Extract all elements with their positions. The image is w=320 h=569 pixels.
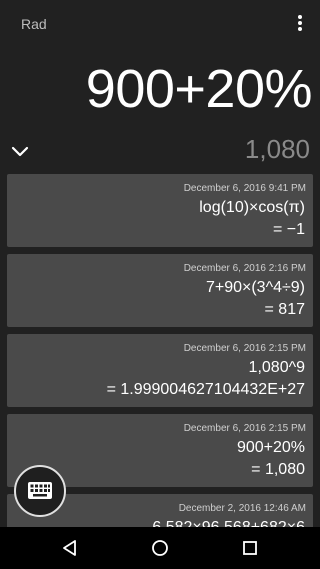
history-result: = −1 — [272, 221, 305, 238]
formula-display[interactable]: 900+20% — [86, 58, 313, 120]
home-icon[interactable] — [150, 538, 170, 558]
history-date: December 6, 2016 9:41 PM — [183, 183, 306, 194]
history-expression: 900+20% — [236, 439, 305, 456]
history-item[interactable]: December 6, 2016 2:16 PM 7+90×(3^4÷9) = … — [7, 254, 313, 327]
history-expression: 7+90×(3^4÷9) — [205, 279, 305, 296]
history-date: December 6, 2016 2:15 PM — [183, 423, 306, 434]
history-date: December 6, 2016 2:15 PM — [183, 343, 306, 354]
more-vert-icon[interactable] — [292, 14, 308, 36]
history-item[interactable]: December 6, 2016 9:41 PM log(10)×cos(π) … — [7, 174, 313, 247]
history-result: = 1.999004627104432E+27 — [106, 381, 305, 398]
chevron-down-icon[interactable] — [10, 142, 30, 162]
top-bar: Rad — [0, 0, 320, 52]
history-expression: log(10)×cos(π) — [199, 199, 305, 216]
history-result: = 817 — [264, 301, 305, 318]
recents-icon[interactable] — [240, 538, 260, 558]
result-preview: 1,080 — [244, 134, 310, 164]
keyboard-icon — [28, 482, 52, 499]
navigation-bar — [0, 527, 320, 569]
history-result: = 1,080 — [251, 461, 305, 478]
history-date: December 2, 2016 12:46 AM — [178, 503, 306, 514]
keyboard-button[interactable] — [14, 465, 66, 517]
history-item[interactable]: December 6, 2016 2:15 PM 1,080^9 = 1.999… — [7, 334, 313, 407]
history-expression: 1,080^9 — [248, 359, 305, 376]
back-icon[interactable] — [60, 538, 80, 558]
angle-mode-label[interactable]: Rad — [21, 16, 47, 32]
history-expression: 6.582×96.568+682×6 — [152, 519, 305, 527]
history-date: December 6, 2016 2:16 PM — [183, 263, 306, 274]
